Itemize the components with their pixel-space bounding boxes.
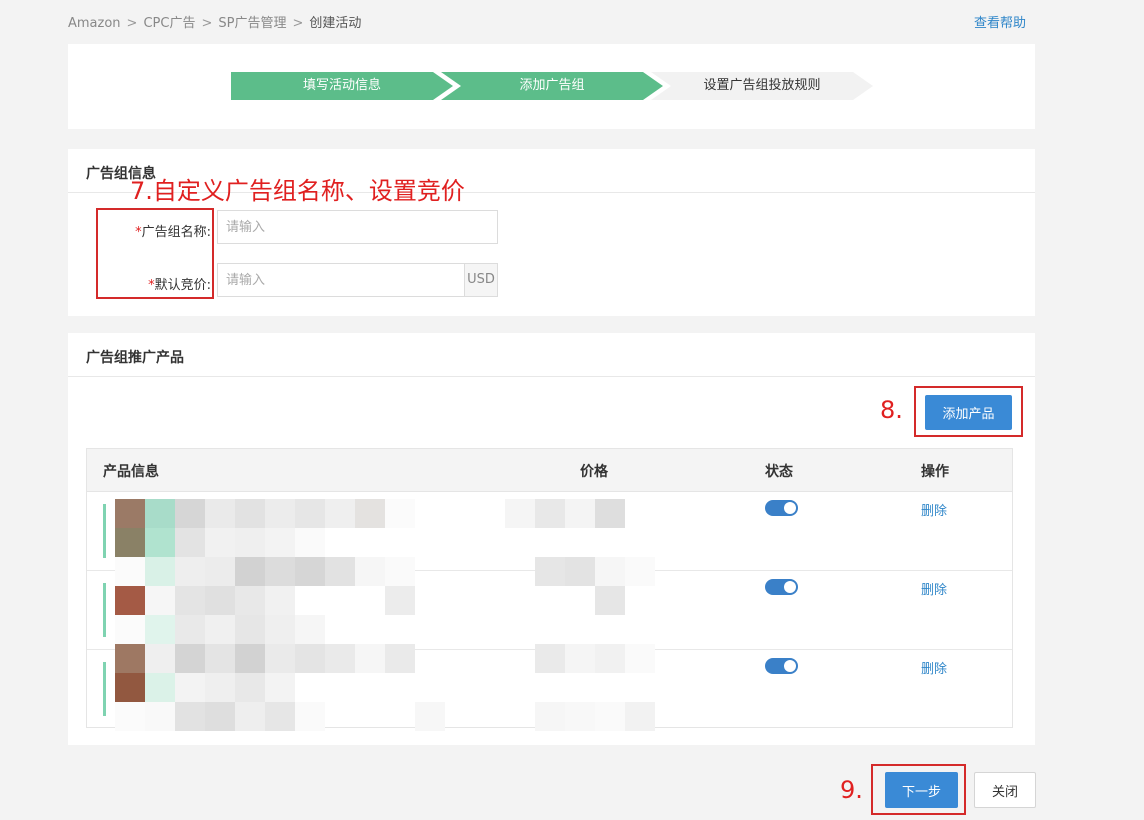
- ad-group-info-card: 广告组信息 *广告组名称: *默认竞价: USD 7.自定义广告组名称、设置竞价: [68, 149, 1035, 316]
- breadcrumb-separator: >: [201, 16, 213, 31]
- column-header-price: 价格: [580, 464, 608, 480]
- breadcrumb-separator: >: [126, 16, 138, 31]
- ad-group-name-input[interactable]: [217, 210, 498, 244]
- product-marker: [103, 504, 106, 558]
- column-header-status: 状态: [765, 464, 793, 480]
- breadcrumb-separator: >: [292, 16, 304, 31]
- table-header: 产品信息 价格 状态 操作: [87, 449, 1012, 492]
- steps-card: 填写活动信息 添加广告组 设置广告组投放规则: [68, 44, 1035, 129]
- products-card: 广告组推广产品 8. 添加产品 产品信息 价格 状态 操作 删除 删除 删除: [68, 333, 1035, 745]
- breadcrumb-item-sp[interactable]: SP广告管理: [218, 12, 286, 31]
- breadcrumb: Amazon > CPC广告 > SP广告管理 > 创建活动: [68, 12, 361, 31]
- column-header-action: 操作: [921, 464, 949, 480]
- step-progress: 填写活动信息 添加广告组 设置广告组投放规则: [231, 72, 881, 100]
- column-header-info: 产品信息: [103, 464, 159, 480]
- product-marker: [103, 583, 106, 637]
- products-title: 广告组推广产品: [86, 350, 184, 366]
- help-link[interactable]: 查看帮助: [974, 12, 1026, 31]
- delete-link[interactable]: 删除: [921, 579, 947, 598]
- step-fill-campaign-info: 填写活动信息: [231, 72, 453, 100]
- delete-link[interactable]: 删除: [921, 658, 947, 677]
- breadcrumb-item-amazon[interactable]: Amazon: [68, 16, 121, 31]
- annotation-step-9: 9.: [840, 776, 863, 804]
- delete-link[interactable]: 删除: [921, 500, 947, 519]
- annotation-step-8: 8.: [880, 396, 903, 424]
- breadcrumb-item-current: 创建活动: [309, 16, 362, 31]
- next-step-button[interactable]: 下一步: [885, 772, 958, 808]
- product-marker: [103, 662, 106, 716]
- close-button[interactable]: 关闭: [974, 772, 1036, 808]
- default-bid-input[interactable]: [217, 263, 465, 297]
- add-product-button[interactable]: 添加产品: [925, 395, 1012, 430]
- status-toggle[interactable]: [765, 500, 798, 516]
- step-add-ad-group: 添加广告组: [441, 72, 663, 100]
- currency-addon: USD: [465, 263, 498, 297]
- breadcrumb-item-cpc[interactable]: CPC广告: [143, 12, 195, 31]
- annotation-highlight-box: [96, 208, 214, 299]
- blurred-product-info: [115, 499, 655, 731]
- status-toggle[interactable]: [765, 579, 798, 595]
- divider: [68, 376, 1035, 377]
- status-toggle[interactable]: [765, 658, 798, 674]
- products-table: 产品信息 价格 状态 操作 删除 删除 删除: [86, 448, 1013, 731]
- step-targeting-rules: 设置广告组投放规则: [651, 72, 873, 100]
- annotation-step-7: 7.自定义广告组名称、设置竞价: [130, 177, 465, 205]
